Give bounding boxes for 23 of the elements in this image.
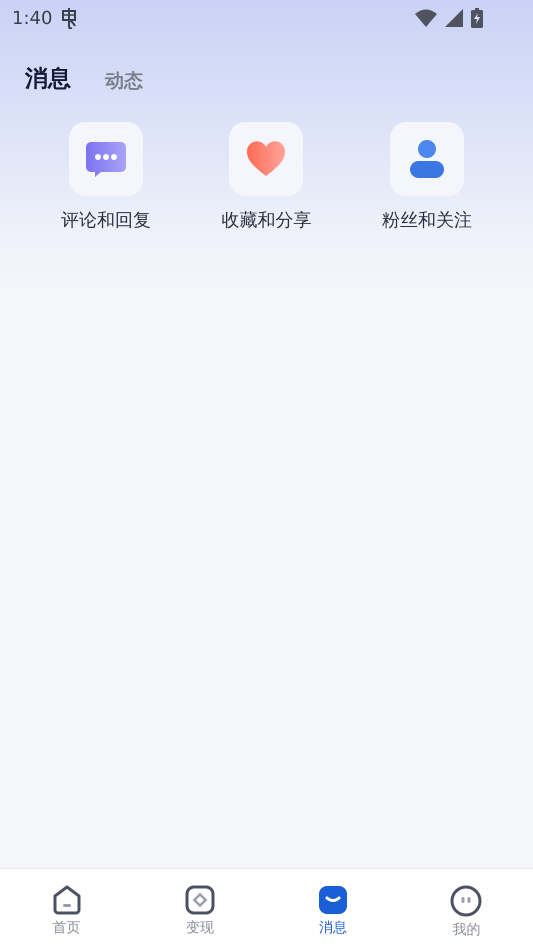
nav-label[interactable]: 首页 [52,919,81,937]
tab[interactable]: 消息 [25,63,71,94]
nav-label[interactable]: 变现 [186,919,214,937]
shortcut-tile[interactable] [390,122,464,196]
heart-icon [246,141,286,177]
face-icon [450,885,482,917]
person-icon [408,139,445,179]
shortcut-label: 评论和回复 [61,209,152,232]
shortcut-tile[interactable] [229,122,304,196]
shortcut-label: 收藏和分享 [221,209,312,232]
diamond-square-icon [184,885,215,915]
signal-icon [445,9,463,27]
shortcut-label: 粉丝和关注 [382,209,472,232]
shortcut-tile[interactable] [69,122,144,196]
message-icon [318,885,348,915]
chat-bubble-icon [85,140,128,178]
wifi-icon [415,9,437,27]
nav-label[interactable]: 我的 [452,921,480,939]
nav-label[interactable]: 消息 [319,919,348,937]
tab[interactable]: 动态 [105,68,143,94]
battery-icon [471,8,483,28]
status-time: 1:40 [12,8,52,28]
home-icon [52,885,82,915]
